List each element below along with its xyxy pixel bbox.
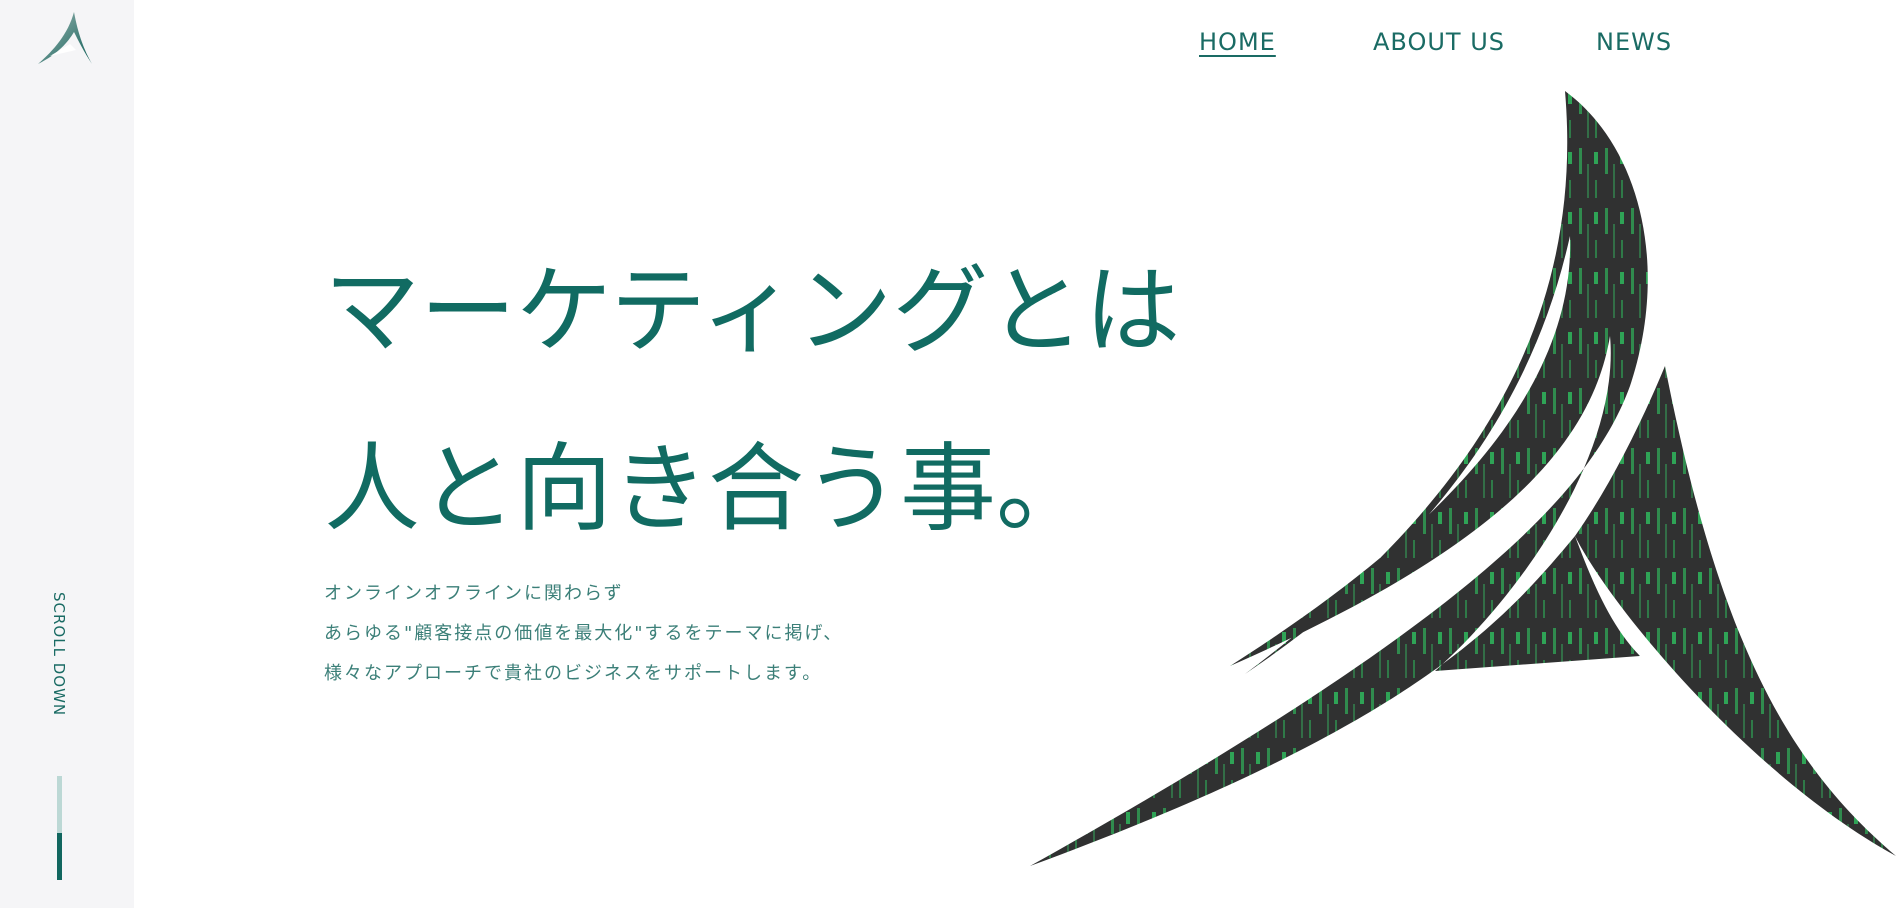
scroll-down-label: SCROLL DOWN xyxy=(50,592,68,717)
stylized-a-logo-icon[interactable] xyxy=(36,10,96,66)
nav-news-link[interactable]: NEWS xyxy=(1596,28,1672,56)
nav-home-link[interactable]: HOME xyxy=(1199,28,1276,56)
body-line-3: 様々なアプローチで貴社のビジネスをサポートします。 xyxy=(324,663,823,684)
scroll-indicator xyxy=(57,776,62,880)
nav-about-us-link[interactable]: ABOUT US xyxy=(1373,28,1505,56)
sidebar: SCROLL DOWN xyxy=(0,0,134,908)
scroll-indicator-fill xyxy=(57,833,62,880)
body-line-2: あらゆる"顧客接点の価値を最大化"するをテーマに掲げ、 xyxy=(324,623,844,644)
body-line-1: オンラインオフラインに関わらず xyxy=(324,583,624,604)
headline-line-1: マーケティングとは xyxy=(324,255,1181,367)
hero-body-copy: オンラインオフラインに関わらず あらゆる"顧客接点の価値を最大化"するをテーマに… xyxy=(324,574,843,694)
headline-line-2: 人と向き合う事。 xyxy=(324,433,1092,545)
main-nav: HOME ABOUT US NEWS xyxy=(1180,28,1700,62)
hero-headline: マーケティングとは 人と向き合う事。 xyxy=(324,222,1180,578)
